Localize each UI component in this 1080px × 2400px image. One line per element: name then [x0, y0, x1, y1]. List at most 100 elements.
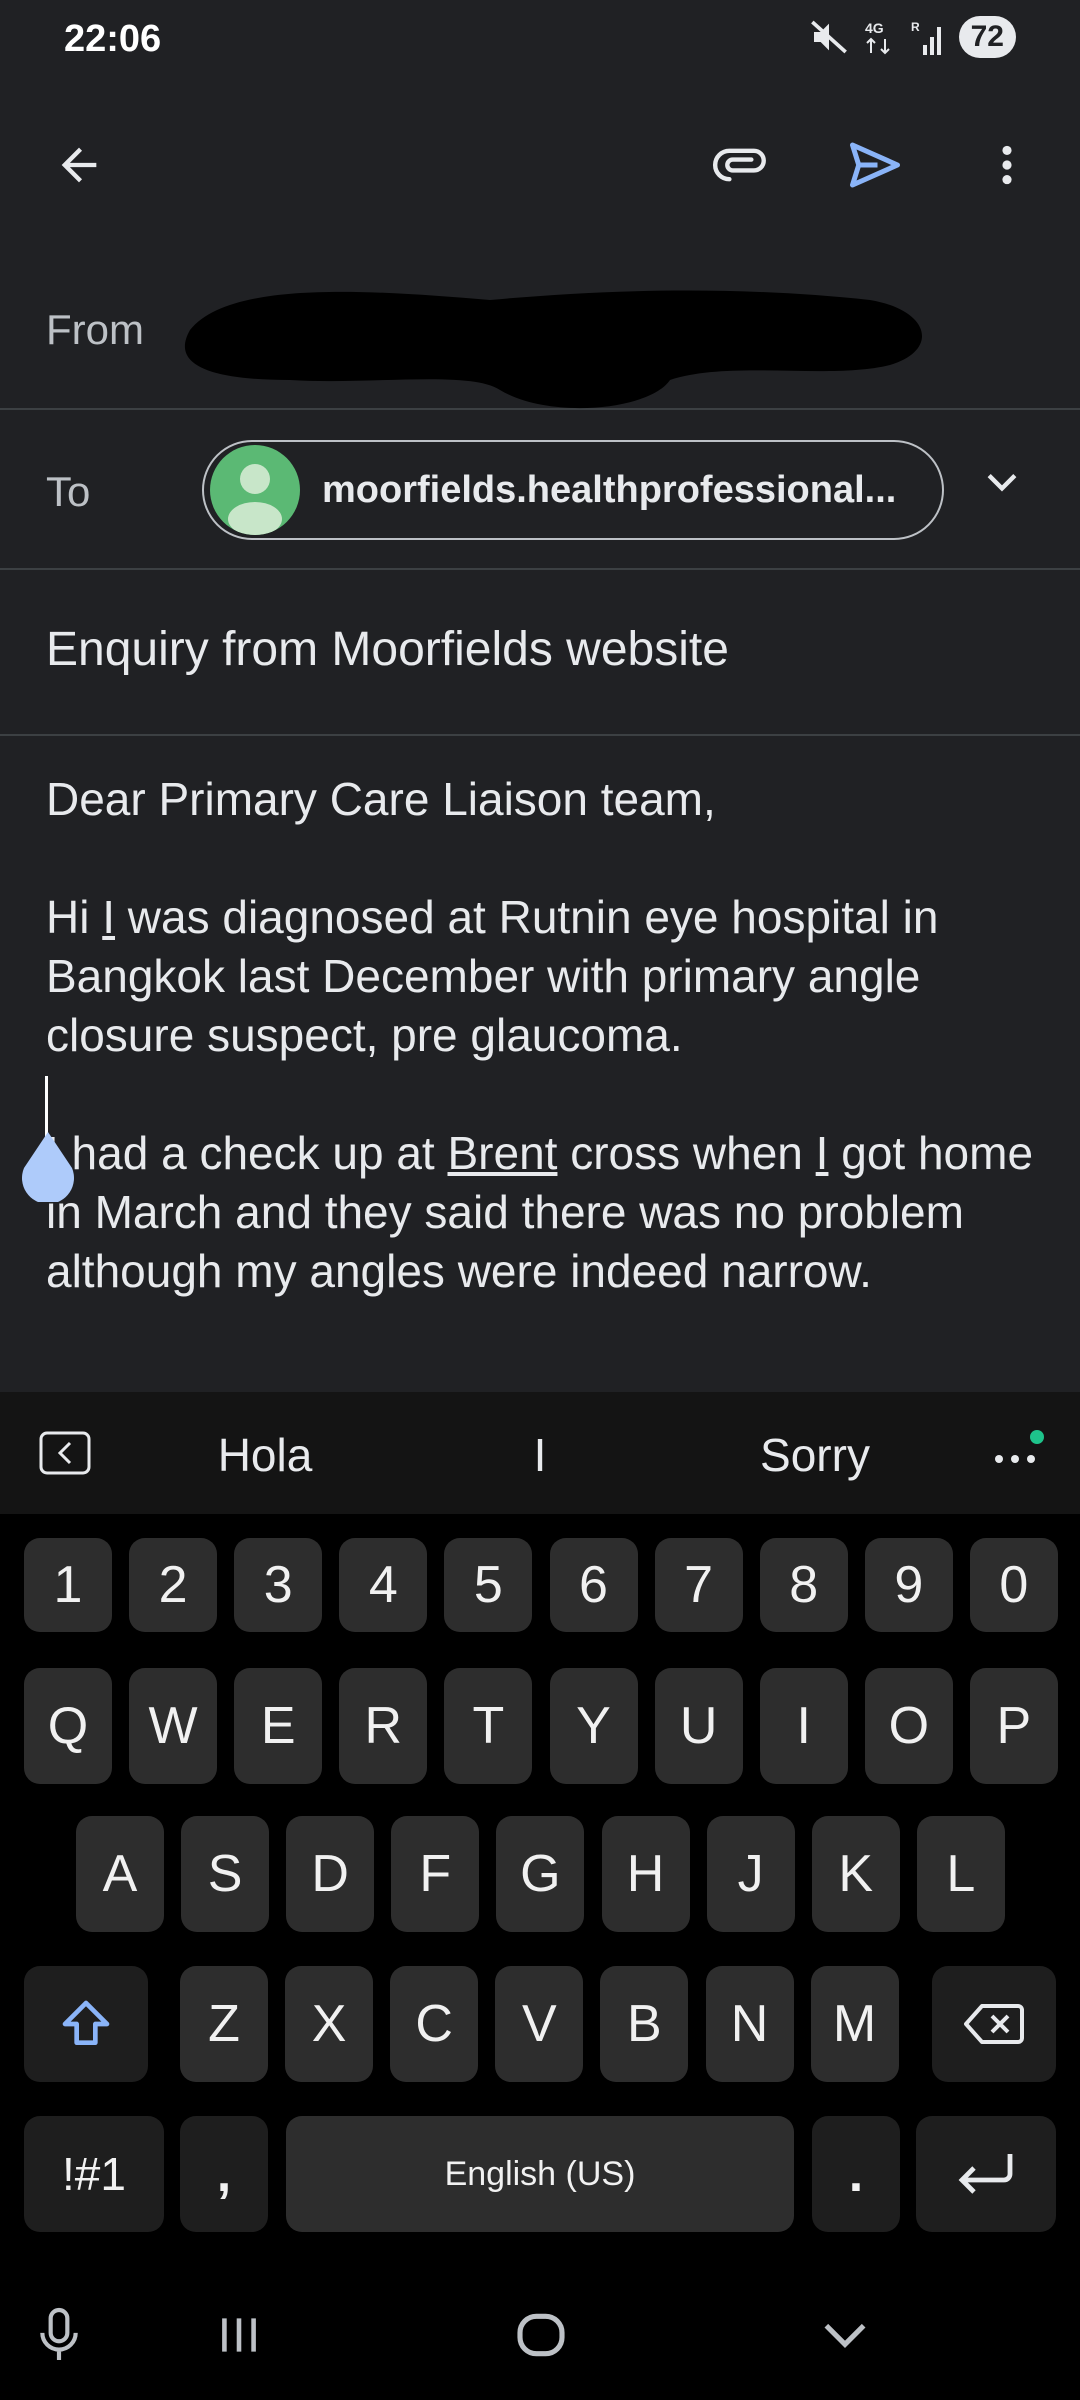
comma-key[interactable]: , — [180, 2116, 268, 2232]
hide-keyboard-button[interactable] — [800, 2290, 890, 2380]
shift-icon — [62, 2000, 110, 2045]
enter-key[interactable] — [916, 2116, 1056, 2232]
recent-apps-button[interactable] — [194, 2290, 284, 2380]
signal-icon: R — [911, 20, 941, 55]
letter-key[interactable]: G — [496, 1816, 585, 1932]
send-button[interactable] — [830, 120, 920, 210]
letter-key[interactable]: O — [864, 1668, 953, 1784]
letter-key[interactable]: B — [600, 1966, 689, 2082]
number-key[interactable]: 1 — [24, 1538, 112, 1632]
letter-key[interactable]: I — [759, 1668, 848, 1784]
subject-row[interactable]: Enquiry from Moorfields website — [0, 570, 1080, 736]
avatar — [210, 445, 300, 535]
number-key[interactable]: 9 — [864, 1538, 953, 1632]
greeting-paragraph: Dear Primary Care Liaison team, — [46, 773, 716, 825]
letter-key[interactable]: S — [181, 1816, 270, 1932]
letter-key[interactable]: J — [706, 1816, 795, 1932]
number-key[interactable]: 7 — [654, 1538, 743, 1632]
to-label: To — [46, 468, 91, 515]
status-bar: 22:06 4G R 72 — [0, 0, 1080, 80]
letter-key[interactable]: K — [811, 1816, 900, 1932]
home-button[interactable] — [496, 2290, 586, 2380]
letter-key[interactable]: T — [444, 1668, 533, 1784]
mute-icon — [810, 20, 847, 54]
chevron-down-icon — [987, 474, 1017, 492]
keyboard: Hola I Sorry 1234567890 QWERTYUIOP ASDFG… — [0, 1392, 1080, 2400]
shift-key[interactable] — [24, 1966, 148, 2082]
recipient-chip[interactable]: moorfields.healthprofessional... — [202, 440, 944, 540]
text-cursor — [45, 1076, 48, 1138]
letter-key[interactable]: U — [654, 1668, 743, 1784]
number-key[interactable]: 2 — [129, 1538, 218, 1632]
enter-icon — [958, 2154, 1013, 2194]
letter-key[interactable]: Y — [549, 1668, 638, 1784]
letter-key[interactable]: A — [76, 1816, 164, 1932]
attachment-icon — [713, 148, 766, 182]
body-paragraph-2: I had a check up at Brent cross when I g… — [46, 1124, 1046, 1301]
letter-key[interactable]: X — [285, 1966, 374, 2082]
more-options-button[interactable] — [962, 120, 1052, 210]
send-icon — [850, 142, 900, 188]
letter-key[interactable]: V — [495, 1966, 584, 2082]
from-row[interactable]: From — [0, 250, 1080, 410]
to-row: To moorfields.healthprofessional... — [0, 410, 1080, 570]
misspelled-word[interactable]: I — [102, 891, 115, 943]
letter-key[interactable]: M — [810, 1966, 899, 2082]
letter-key[interactable]: R — [339, 1668, 428, 1784]
misspelled-word[interactable]: I — [816, 1127, 829, 1179]
voice-input-button[interactable] — [14, 2290, 104, 2380]
recipient-address: moorfields.healthprofessional... — [322, 468, 897, 511]
redacted-sender — [184, 290, 923, 409]
suggestion-2[interactable]: I — [480, 1428, 600, 1482]
suggestion-1[interactable]: Hola — [160, 1428, 370, 1482]
keyboard-toolbar-toggle[interactable] — [20, 1408, 110, 1498]
person-icon — [228, 464, 282, 535]
letter-key[interactable]: W — [129, 1668, 218, 1784]
back-button[interactable] — [34, 120, 124, 210]
chevron-left-box-icon — [39, 1431, 91, 1475]
letter-key[interactable]: N — [705, 1966, 794, 2082]
letter-key[interactable]: C — [390, 1966, 479, 2082]
period-key[interactable]: . — [812, 2116, 900, 2232]
from-label: From — [46, 306, 144, 353]
more-suggestions-button[interactable] — [970, 1408, 1060, 1498]
number-key[interactable]: 4 — [339, 1538, 428, 1632]
suggestion-3[interactable]: Sorry — [700, 1428, 930, 1482]
number-key[interactable]: 0 — [969, 1538, 1058, 1632]
home-icon — [517, 2313, 565, 2357]
message-body[interactable]: Dear Primary Care Liaison team, Hi I was… — [46, 770, 1046, 1301]
recents-icon — [222, 2318, 256, 2352]
suggestion-bar: Hola I Sorry — [0, 1392, 1080, 1514]
text-span: I had a check up at — [46, 1127, 448, 1179]
svg-text:R: R — [911, 20, 920, 34]
number-key[interactable]: 5 — [444, 1538, 533, 1632]
status-time: 22:06 — [64, 18, 162, 60]
network-4g-icon: 4G — [865, 20, 890, 55]
microphone-icon — [40, 2307, 78, 2360]
letter-key[interactable]: Z — [180, 1966, 268, 2082]
text-span: was diagnosed at Rutnin eye hospital in … — [46, 891, 939, 1061]
letter-key[interactable]: F — [391, 1816, 480, 1932]
symbols-key[interactable]: !#1 — [24, 2116, 164, 2232]
number-key[interactable]: 6 — [549, 1538, 638, 1632]
cursor-handle[interactable] — [20, 1132, 76, 1202]
number-key[interactable]: 8 — [759, 1538, 848, 1632]
backspace-icon — [964, 2004, 1024, 2044]
letter-key[interactable]: Q — [24, 1668, 112, 1784]
number-key[interactable]: 3 — [234, 1538, 323, 1632]
backspace-key[interactable] — [932, 1966, 1056, 2082]
letter-key[interactable]: L — [916, 1816, 1005, 1932]
letter-key[interactable]: P — [969, 1668, 1058, 1784]
text-span: Hi — [46, 891, 103, 943]
letter-key[interactable]: H — [601, 1816, 690, 1932]
system-nav-bar — [0, 2270, 1080, 2400]
subject-field[interactable]: Enquiry from Moorfields website — [46, 622, 729, 677]
compose-toolbar — [0, 110, 1080, 220]
space-key[interactable]: English (US) — [286, 2116, 794, 2232]
expand-recipients-button[interactable] — [980, 460, 1024, 509]
letter-key[interactable]: E — [234, 1668, 323, 1784]
letter-key[interactable]: D — [286, 1816, 375, 1932]
more-horiz-icon — [995, 1430, 1044, 1463]
misspelled-word[interactable]: Brent — [448, 1127, 558, 1179]
attach-button[interactable] — [696, 120, 786, 210]
